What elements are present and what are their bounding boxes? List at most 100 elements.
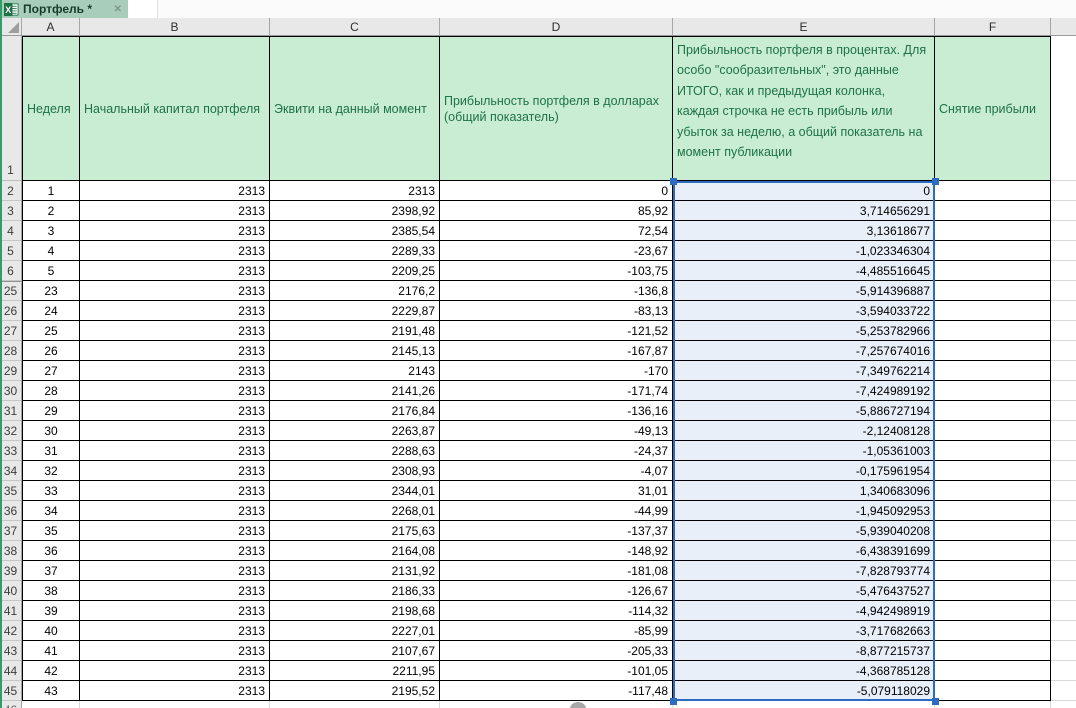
cell-F25[interactable] [935,281,1051,301]
cell-D44[interactable]: -101,05 [440,661,673,681]
cell-D30[interactable]: -171,74 [440,381,673,401]
cell-D40[interactable]: -126,67 [440,581,673,601]
cell-F27[interactable] [935,321,1051,341]
column-header-E[interactable]: E [673,18,935,36]
cell-D3[interactable]: 85,92 [440,201,673,221]
cell-D32[interactable]: -49,13 [440,421,673,441]
cell-C32[interactable]: 2263,87 [270,421,440,441]
cell-F36[interactable] [935,501,1051,521]
cell-A33[interactable]: 31 [22,441,80,461]
cell-B4[interactable]: 2313 [80,221,270,241]
cell-B44[interactable]: 2313 [80,661,270,681]
row-header-29[interactable]: 29 [0,361,22,381]
cell-C37[interactable]: 2175,63 [270,521,440,541]
cell-B45[interactable]: 2313 [80,681,270,701]
row-header-26[interactable]: 26 [0,301,22,321]
cell-C33[interactable]: 2288,63 [270,441,440,461]
cell-E42[interactable]: -3,717682663 [673,621,935,641]
cell-D25[interactable]: -136,8 [440,281,673,301]
cell-B46[interactable] [80,701,270,708]
row-header-40[interactable]: 40 [0,581,22,601]
cell-E4[interactable]: 3,13618677 [673,221,935,241]
cell-D1[interactable]: Прибыльность портфеля в долларах (общий … [440,36,673,181]
row-header-2[interactable]: 2 [0,181,22,201]
row-header-32[interactable]: 32 [0,421,22,441]
selection-handle-top-right[interactable] [932,178,939,185]
row-header-44[interactable]: 44 [0,661,22,681]
cell-C2[interactable]: 2313 [270,181,440,201]
cell-A44[interactable]: 42 [22,661,80,681]
row-header-1[interactable]: 1 [0,36,22,181]
cell-F3[interactable] [935,201,1051,221]
cell-B39[interactable]: 2313 [80,561,270,581]
cell-A34[interactable]: 32 [22,461,80,481]
cell-E28[interactable]: -7,257674016 [673,341,935,361]
cell-D29[interactable]: -170 [440,361,673,381]
cell-E41[interactable]: -4,942498919 [673,601,935,621]
cell-E2[interactable]: 0 [673,181,935,201]
cell-A27[interactable]: 25 [22,321,80,341]
cell-A5[interactable]: 4 [22,241,80,261]
cell-F44[interactable] [935,661,1051,681]
row-header-4[interactable]: 4 [0,221,22,241]
cell-C25[interactable]: 2176,2 [270,281,440,301]
cell-C26[interactable]: 2229,87 [270,301,440,321]
cell-C45[interactable]: 2195,52 [270,681,440,701]
cell-E39[interactable]: -7,828793774 [673,561,935,581]
selection-handle-bottom-left[interactable] [670,698,677,705]
cell-D43[interactable]: -205,33 [440,641,673,661]
cell-E5[interactable]: -1,023346304 [673,241,935,261]
cell-D26[interactable]: -83,13 [440,301,673,321]
cell-E30[interactable]: -7,424989192 [673,381,935,401]
cell-B37[interactable]: 2313 [80,521,270,541]
cell-A31[interactable]: 29 [22,401,80,421]
cell-E32[interactable]: -2,12408128 [673,421,935,441]
cell-D35[interactable]: 31,01 [440,481,673,501]
cell-B31[interactable]: 2313 [80,401,270,421]
cell-F34[interactable] [935,461,1051,481]
cell-F39[interactable] [935,561,1051,581]
cell-E27[interactable]: -5,253782966 [673,321,935,341]
cell-D37[interactable]: -137,37 [440,521,673,541]
cell-E35[interactable]: 1,340683096 [673,481,935,501]
row-header-46[interactable]: 46 [0,701,22,708]
cell-D34[interactable]: -4,07 [440,461,673,481]
row-header-30[interactable]: 30 [0,381,22,401]
cell-E34[interactable]: -0,175961954 [673,461,935,481]
cell-E37[interactable]: -5,939040208 [673,521,935,541]
cell-F45[interactable] [935,681,1051,701]
cell-C29[interactable]: 2143 [270,361,440,381]
cell-A28[interactable]: 26 [22,341,80,361]
cell-D42[interactable]: -85,99 [440,621,673,641]
cell-A46[interactable] [22,701,80,708]
cell-E1[interactable]: Прибыльность портфеля в процентах. Для о… [673,36,935,181]
cell-A30[interactable]: 28 [22,381,80,401]
cell-E40[interactable]: -5,476437527 [673,581,935,601]
cell-E33[interactable]: -1,05361003 [673,441,935,461]
cell-F30[interactable] [935,381,1051,401]
cell-C42[interactable]: 2227,01 [270,621,440,641]
cell-B43[interactable]: 2313 [80,641,270,661]
cell-F37[interactable] [935,521,1051,541]
cell-C5[interactable]: 2289,33 [270,241,440,261]
column-header-D[interactable]: D [440,18,673,36]
cell-D38[interactable]: -148,92 [440,541,673,561]
cell-E36[interactable]: -1,945092953 [673,501,935,521]
cell-A25[interactable]: 23 [22,281,80,301]
cell-A43[interactable]: 41 [22,641,80,661]
row-header-33[interactable]: 33 [0,441,22,461]
cell-F41[interactable] [935,601,1051,621]
cell-F1[interactable]: Снятие прибыли [935,36,1051,181]
cell-D2[interactable]: 0 [440,181,673,201]
row-header-5[interactable]: 5 [0,241,22,261]
row-header-31[interactable]: 31 [0,401,22,421]
cell-F40[interactable] [935,581,1051,601]
cell-D28[interactable]: -167,87 [440,341,673,361]
cell-C41[interactable]: 2198,68 [270,601,440,621]
close-icon[interactable]: ✕ [113,4,123,15]
cell-E6[interactable]: -4,485516645 [673,261,935,281]
column-header-C[interactable]: C [270,18,440,36]
cell-B40[interactable]: 2313 [80,581,270,601]
select-all-corner[interactable] [0,18,22,36]
row-header-41[interactable]: 41 [0,601,22,621]
